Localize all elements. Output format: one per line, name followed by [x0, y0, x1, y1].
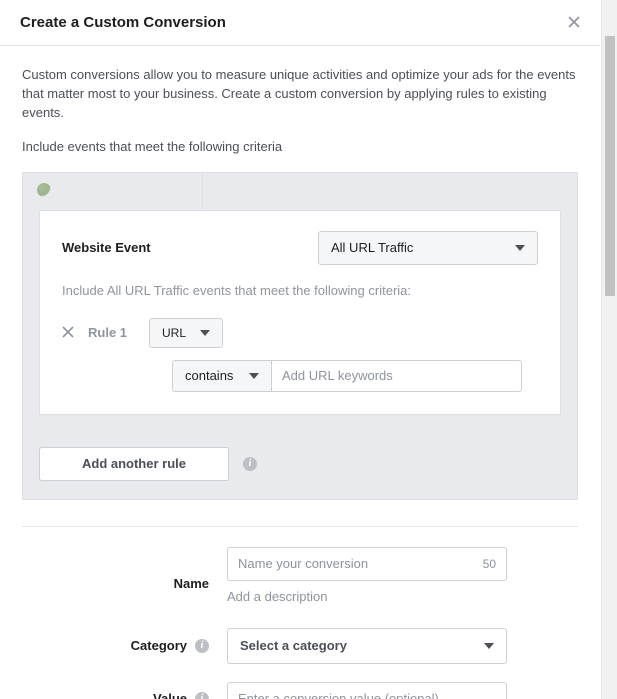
value-input[interactable] [227, 682, 507, 699]
rule-row: Rule 1 URL [62, 318, 538, 348]
website-event-label: Website Event [62, 240, 151, 255]
add-description-link[interactable]: Add a description [227, 589, 327, 604]
rule-keywords-input[interactable] [272, 360, 522, 392]
value-label: Value i [22, 691, 227, 699]
name-input-wrap: 50 [227, 547, 507, 581]
add-rule-row: Add another rule i [23, 435, 577, 499]
include-criteria-label: Include events that meet the following c… [22, 139, 578, 154]
chevron-down-icon [200, 330, 210, 336]
divider [22, 526, 578, 527]
source-tabs [23, 173, 577, 210]
name-input[interactable] [238, 556, 483, 571]
criteria-panel: Website Event All URL Traffic Include Al… [22, 172, 578, 500]
rule-label: Rule 1 [88, 325, 127, 340]
chevron-down-icon [249, 373, 259, 379]
rule-condition-row: contains [172, 360, 538, 392]
rule-operator-value: contains [185, 368, 233, 383]
info-icon[interactable]: i [243, 457, 257, 471]
info-icon[interactable]: i [195, 639, 209, 653]
fingerprint-icon [37, 183, 51, 197]
category-label: Category i [22, 638, 227, 653]
scrollbar-thumb[interactable] [605, 36, 615, 296]
rule-operator-select[interactable]: contains [172, 360, 272, 392]
source-tab-pixel[interactable] [23, 173, 203, 210]
dialog-header: Create a Custom Conversion [0, 0, 600, 46]
custom-conversion-dialog: Create a Custom Conversion Custom conver… [0, 0, 600, 699]
name-row: Name 50 Add a description [22, 547, 578, 620]
category-placeholder: Select a category [240, 638, 347, 653]
name-label: Name [22, 576, 227, 591]
remove-rule-icon[interactable] [62, 325, 74, 341]
category-row: Category i Select a category [22, 628, 578, 664]
rule-param-value: URL [162, 326, 186, 340]
website-event-value: All URL Traffic [331, 240, 413, 255]
dialog-title: Create a Custom Conversion [20, 14, 226, 31]
include-subtext: Include All URL Traffic events that meet… [62, 283, 538, 298]
intro-text: Custom conversions allow you to measure … [22, 66, 578, 123]
category-select[interactable]: Select a category [227, 628, 507, 664]
add-another-rule-button[interactable]: Add another rule [39, 447, 229, 481]
chevron-down-icon [484, 643, 494, 649]
scrollbar[interactable] [601, 0, 617, 699]
rules-card: Website Event All URL Traffic Include Al… [39, 210, 561, 415]
website-event-select[interactable]: All URL Traffic [318, 231, 538, 265]
rule-param-select[interactable]: URL [149, 318, 223, 348]
dialog-body: Custom conversions allow you to measure … [0, 46, 600, 699]
value-row: Value i [22, 682, 578, 699]
close-icon[interactable] [568, 15, 580, 31]
website-event-row: Website Event All URL Traffic [62, 231, 538, 265]
info-icon[interactable]: i [195, 692, 209, 699]
chevron-down-icon [515, 245, 525, 251]
name-char-count: 50 [483, 557, 496, 571]
